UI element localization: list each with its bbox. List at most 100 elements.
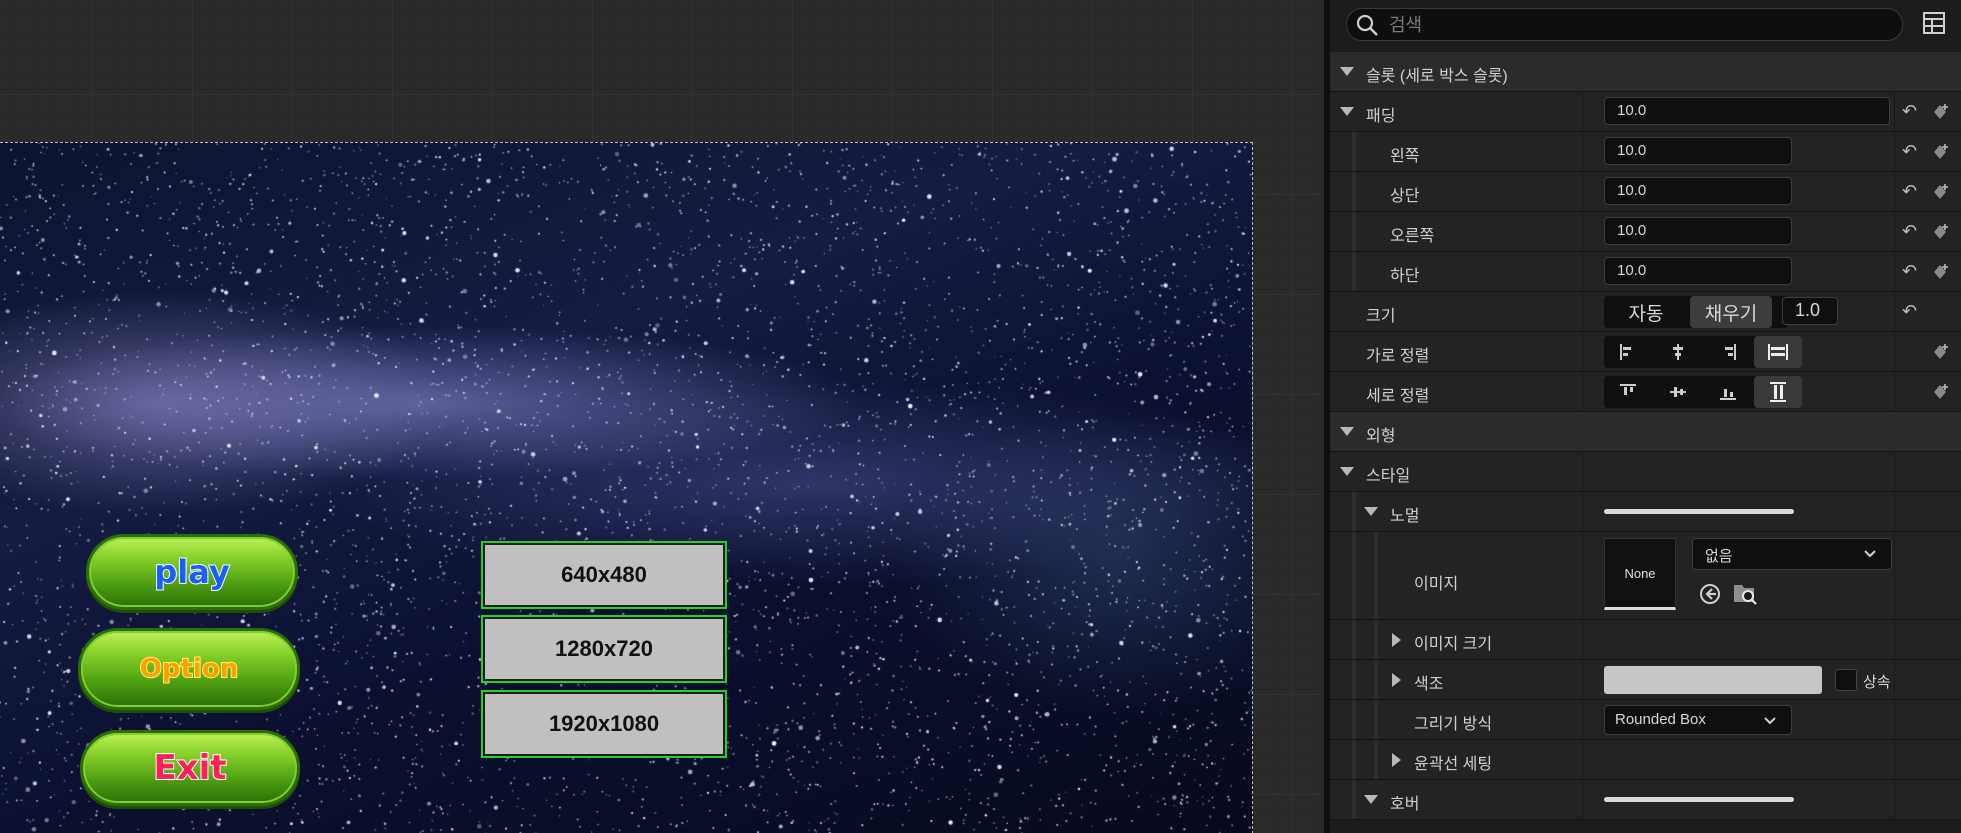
size-rule-toggle[interactable]: 자동 채우기 <box>1604 296 1788 328</box>
option-button-label: Option <box>139 653 239 685</box>
draw-as-dropdown[interactable]: Rounded Box <box>1604 705 1792 735</box>
align-middle-icon[interactable] <box>1654 376 1702 408</box>
designer-viewport[interactable]: play Option Exit 640x480 1280x720 1920x1… <box>0 0 1324 833</box>
reset-to-default-icon[interactable]: ↶ <box>1902 262 1917 280</box>
padding-left-row: 왼쪽 10.0 ↶ <box>1330 132 1961 172</box>
collapse-arrow-icon[interactable] <box>1340 467 1354 476</box>
image-label: 이미지 <box>1414 576 1459 593</box>
style-row: 스타일 <box>1330 452 1961 492</box>
image-size-label: 이미지 크기 <box>1414 636 1493 653</box>
align-bottom-icon[interactable] <box>1704 376 1752 408</box>
padding-right-row: 오른쪽 10.0 ↶ <box>1330 212 1961 252</box>
keyframe-diamond-icon[interactable] <box>1930 102 1950 127</box>
use-selected-asset-icon[interactable] <box>1698 582 1722 611</box>
tint-row: 색조 상속 <box>1330 660 1961 700</box>
size-fill-option[interactable]: 채우기 <box>1690 296 1772 328</box>
padding-top-row: 상단 10.0 ↶ <box>1330 172 1961 212</box>
padding-bottom-row: 하단 10.0 ↶ <box>1330 252 1961 292</box>
align-fill-vertical-icon[interactable] <box>1754 376 1802 408</box>
keyframe-diamond-icon[interactable] <box>1930 182 1950 207</box>
play-button[interactable]: play <box>86 534 298 610</box>
widget-canvas[interactable]: play Option Exit 640x480 1280x720 1920x1… <box>0 142 1253 833</box>
resolution-button-1920x1080[interactable]: 1920x1080 <box>481 690 727 758</box>
image-asset-value: 없음 <box>1705 548 1733 565</box>
size-fill-value-field[interactable]: 1.0 <box>1782 297 1838 325</box>
collapse-arrow-icon[interactable] <box>1340 107 1354 116</box>
search-input[interactable] <box>1387 12 1871 38</box>
play-button-label: play <box>153 552 230 592</box>
padding-left-label: 왼쪽 <box>1390 148 1420 165</box>
reset-to-default-icon[interactable]: ↶ <box>1902 222 1917 240</box>
size-row: 크기 자동 채우기 1.0 ↶ <box>1330 292 1961 332</box>
image-asset-dropdown[interactable]: 없음 <box>1692 538 1892 570</box>
vertical-alignment-group <box>1604 376 1802 408</box>
inherit-checkbox[interactable] <box>1835 669 1857 691</box>
padding-row: 패딩 10.0 ↶ <box>1330 92 1961 132</box>
hover-label: 호버 <box>1390 796 1420 813</box>
normal-brush-preview-bar <box>1604 509 1794 514</box>
size-auto-option[interactable]: 자동 <box>1604 296 1688 328</box>
slot-category-header[interactable]: 슬롯 (세로 박스 슬롯) <box>1330 52 1961 92</box>
hover-brush-preview-bar <box>1604 797 1794 802</box>
inherit-label: 상속 <box>1863 674 1891 691</box>
option-button[interactable]: Option <box>78 628 300 710</box>
resolution-button-640x480[interactable]: 640x480 <box>481 541 727 609</box>
slot-category-label: 슬롯 (세로 박스 슬롯) <box>1366 68 1508 85</box>
browse-asset-icon[interactable] <box>1732 582 1758 611</box>
normal-label: 노멀 <box>1390 508 1420 525</box>
tint-label: 색조 <box>1414 676 1444 693</box>
chevron-down-icon <box>1763 714 1777 731</box>
align-right-icon[interactable] <box>1704 336 1752 368</box>
align-fill-horizontal-icon[interactable] <box>1754 336 1802 368</box>
draw-as-label: 그리기 방식 <box>1414 716 1493 733</box>
tint-color-swatch[interactable] <box>1604 666 1822 694</box>
keyframe-diamond-icon[interactable] <box>1930 382 1950 407</box>
collapse-arrow-icon[interactable] <box>1340 67 1354 76</box>
collapse-arrow-icon[interactable] <box>1364 507 1378 516</box>
chevron-down-icon <box>1863 547 1877 564</box>
search-icon <box>1355 13 1379 42</box>
collapse-arrow-icon[interactable] <box>1340 427 1354 436</box>
vertical-alignment-row: 세로 정렬 <box>1330 372 1961 412</box>
exit-button-label: Exit <box>152 747 227 789</box>
expand-arrow-icon[interactable] <box>1392 673 1401 687</box>
reset-to-default-icon[interactable]: ↶ <box>1902 102 1917 120</box>
image-thumbnail[interactable]: None <box>1604 538 1676 610</box>
exit-button[interactable]: Exit <box>80 730 300 806</box>
keyframe-diamond-icon[interactable] <box>1930 222 1950 247</box>
padding-left-field[interactable]: 10.0 <box>1604 137 1792 165</box>
keyframe-diamond-icon[interactable] <box>1930 142 1950 167</box>
details-panel: 슬롯 (세로 박스 슬롯) 패딩 10.0 ↶ 왼쪽 10.0 ↶ 상단 10.… <box>1330 0 1961 833</box>
property-matrix-icon[interactable] <box>1923 12 1945 39</box>
outline-settings-row: 윤곽선 세팅 <box>1330 740 1961 780</box>
resolution-button-1280x720[interactable]: 1280x720 <box>481 615 727 683</box>
size-label: 크기 <box>1366 308 1396 325</box>
search-box[interactable] <box>1346 8 1903 41</box>
padding-top-label: 상단 <box>1390 188 1420 205</box>
padding-top-field[interactable]: 10.0 <box>1604 177 1792 205</box>
padding-label: 패딩 <box>1366 108 1396 125</box>
align-left-icon[interactable] <box>1604 336 1652 368</box>
keyframe-diamond-icon[interactable] <box>1930 262 1950 287</box>
horizontal-alignment-label: 가로 정렬 <box>1366 348 1430 365</box>
reset-to-default-icon[interactable]: ↶ <box>1902 142 1917 160</box>
padding-value-field[interactable]: 10.0 <box>1604 97 1890 125</box>
keyframe-diamond-icon[interactable] <box>1930 342 1950 367</box>
reset-to-default-icon[interactable]: ↶ <box>1902 182 1917 200</box>
padding-bottom-field[interactable]: 10.0 <box>1604 257 1792 285</box>
align-top-icon[interactable] <box>1604 376 1652 408</box>
image-row: 이미지 None 없음 <box>1330 532 1961 620</box>
expand-arrow-icon[interactable] <box>1392 633 1401 647</box>
appearance-category-header[interactable]: 외형 <box>1330 412 1961 452</box>
horizontal-alignment-group <box>1604 336 1802 368</box>
expand-arrow-icon[interactable] <box>1392 753 1401 767</box>
vertical-alignment-label: 세로 정렬 <box>1366 388 1430 405</box>
appearance-category-label: 외형 <box>1366 428 1396 445</box>
collapse-arrow-icon[interactable] <box>1364 795 1378 804</box>
hover-row: 호버 <box>1330 780 1961 820</box>
align-center-icon[interactable] <box>1654 336 1702 368</box>
normal-row: 노멀 <box>1330 492 1961 532</box>
padding-bottom-label: 하단 <box>1390 268 1420 285</box>
padding-right-field[interactable]: 10.0 <box>1604 217 1792 245</box>
reset-to-default-icon[interactable]: ↶ <box>1902 302 1917 320</box>
